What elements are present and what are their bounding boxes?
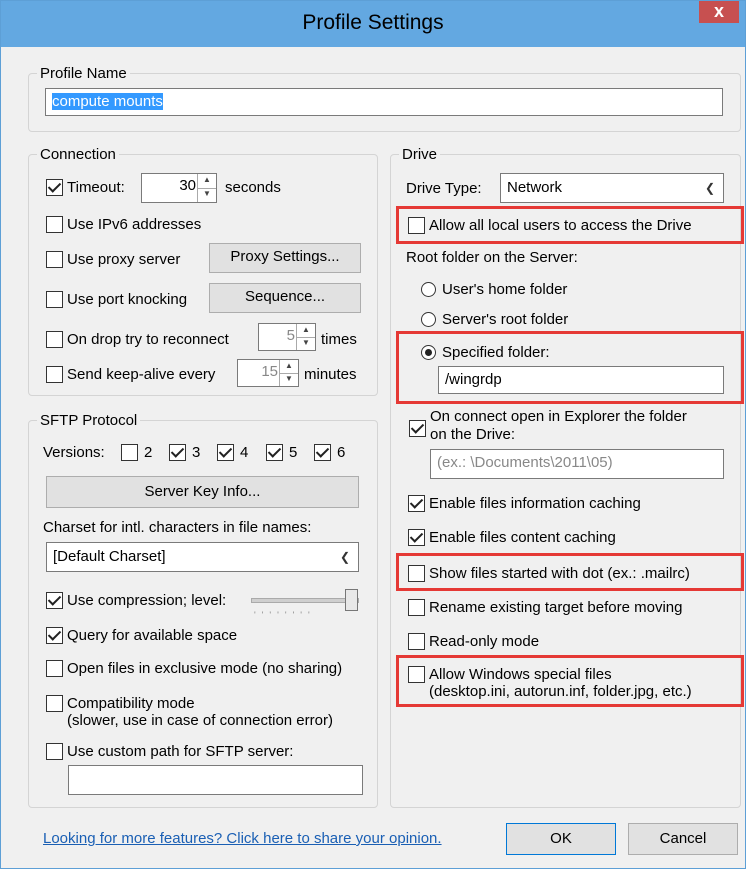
port-knocking-checkbox[interactable] xyxy=(46,291,63,308)
keepalive-label: Send keep-alive every xyxy=(67,366,216,383)
drive-type-label: Drive Type: xyxy=(406,180,482,197)
version-5-label: 5 xyxy=(289,444,298,461)
version-2-checkbox[interactable] xyxy=(121,444,138,461)
chevron-down-icon: ❮ xyxy=(339,550,350,564)
rename-target-checkbox[interactable] xyxy=(408,599,425,616)
decrement-icon[interactable]: ▼ xyxy=(280,373,298,386)
custom-path-input[interactable] xyxy=(68,765,363,795)
open-explorer-checkbox[interactable] xyxy=(409,420,426,437)
version-3-label: 3 xyxy=(192,444,201,461)
proxy-settings-button[interactable]: Proxy Settings... xyxy=(209,243,361,273)
sftp-protocol-legend: SFTP Protocol xyxy=(40,412,138,429)
highlight-box xyxy=(396,206,744,244)
content-caching-checkbox[interactable] xyxy=(408,529,425,546)
compatibility-note: (slower, use in case of connection error… xyxy=(67,712,333,729)
timeout-unit: seconds xyxy=(225,179,281,196)
decrement-icon[interactable]: ▼ xyxy=(297,337,315,350)
info-caching-label: Enable files information caching xyxy=(429,495,641,512)
proxy-label: Use proxy server xyxy=(67,251,181,268)
ipv6-label: Use IPv6 addresses xyxy=(67,216,202,233)
charset-value: [Default Charset] xyxy=(53,548,166,565)
read-only-checkbox[interactable] xyxy=(408,633,425,650)
drive-type-value: Network xyxy=(507,179,563,196)
version-6-checkbox[interactable] xyxy=(314,444,331,461)
reconnect-label: On drop try to reconnect xyxy=(67,331,229,348)
charset-select[interactable]: [Default Charset] ❮ xyxy=(46,542,359,572)
highlight-box xyxy=(396,655,744,707)
open-explorer-label-2: on the Drive: xyxy=(430,426,516,443)
rename-target-label: Rename existing target before moving xyxy=(429,599,683,616)
server-root-label: Server's root folder xyxy=(442,311,569,328)
highlight-box xyxy=(396,553,744,591)
charset-label: Charset for intl. characters in file nam… xyxy=(43,519,312,536)
keepalive-stepper[interactable]: 15 ▲ ▼ xyxy=(237,359,299,387)
server-key-info-button[interactable]: Server Key Info... xyxy=(46,476,359,508)
version-3-checkbox[interactable] xyxy=(169,444,186,461)
version-4-checkbox[interactable] xyxy=(217,444,234,461)
port-knocking-label: Use port knocking xyxy=(67,291,188,308)
profile-name-legend: Profile Name xyxy=(40,65,127,82)
timeout-label: Timeout: xyxy=(67,179,125,196)
proxy-checkbox[interactable] xyxy=(46,251,63,268)
sequence-button[interactable]: Sequence... xyxy=(209,283,361,313)
keepalive-unit: minutes xyxy=(304,366,357,383)
increment-icon[interactable]: ▲ xyxy=(280,360,298,374)
decrement-icon[interactable]: ▼ xyxy=(198,188,216,202)
ok-button[interactable]: OK xyxy=(506,823,616,855)
server-root-radio[interactable] xyxy=(421,312,436,327)
reconnect-unit: times xyxy=(321,331,357,348)
info-caching-checkbox[interactable] xyxy=(408,495,425,512)
slider-ticks: '''''''' xyxy=(254,610,316,620)
home-folder-label: User's home folder xyxy=(442,281,568,298)
profile-name-value: compute mounts xyxy=(52,93,163,110)
close-button[interactable]: x xyxy=(699,1,739,23)
reconnect-checkbox[interactable] xyxy=(46,331,63,348)
feedback-link[interactable]: Looking for more features? Click here to… xyxy=(43,830,442,847)
timeout-checkbox[interactable] xyxy=(46,179,63,196)
content-caching-label: Enable files content caching xyxy=(429,529,616,546)
query-space-label: Query for available space xyxy=(67,627,238,644)
custom-path-label: Use custom path for SFTP server: xyxy=(67,743,294,760)
version-5-checkbox[interactable] xyxy=(266,444,283,461)
root-folder-label: Root folder on the Server: xyxy=(406,249,578,266)
dialog-title: Profile Settings xyxy=(302,11,444,34)
version-6-label: 6 xyxy=(337,444,346,461)
timeout-value: 30 xyxy=(179,177,196,194)
version-4-label: 4 xyxy=(240,444,249,461)
explorer-folder-input[interactable]: (ex.: \Documents\2011\05) xyxy=(430,449,724,479)
open-explorer-label: On connect open in Explorer the folder xyxy=(430,408,687,425)
profile-name-input[interactable]: compute mounts xyxy=(45,88,723,116)
drive-legend: Drive xyxy=(402,146,438,163)
compression-slider-thumb[interactable] xyxy=(345,589,358,611)
compatibility-label: Compatibility mode xyxy=(67,695,195,712)
reconnect-stepper[interactable]: 5 ▲ ▼ xyxy=(258,323,316,351)
profile-settings-dialog: Profile Settings x Profile Name compute … xyxy=(0,0,746,869)
connection-legend: Connection xyxy=(40,146,116,163)
compatibility-checkbox[interactable] xyxy=(46,695,63,712)
versions-label: Versions: xyxy=(43,444,105,461)
highlight-box xyxy=(396,331,744,404)
chevron-down-icon: ❮ xyxy=(704,181,715,195)
cancel-button[interactable]: Cancel xyxy=(628,823,738,855)
compression-checkbox[interactable] xyxy=(46,592,63,609)
reconnect-value: 5 xyxy=(286,327,295,344)
read-only-label: Read-only mode xyxy=(429,633,540,650)
custom-path-checkbox[interactable] xyxy=(46,743,63,760)
increment-icon[interactable]: ▲ xyxy=(198,174,216,189)
keepalive-checkbox[interactable] xyxy=(46,366,63,383)
exclusive-mode-checkbox[interactable] xyxy=(46,660,63,677)
compression-label: Use compression; level: xyxy=(67,592,227,609)
home-folder-radio[interactable] xyxy=(421,282,436,297)
ipv6-checkbox[interactable] xyxy=(46,216,63,233)
timeout-stepper[interactable]: 30 ▲ ▼ xyxy=(141,173,217,203)
drive-type-select[interactable]: Network ❮ xyxy=(500,173,724,203)
version-2-label: 2 xyxy=(144,444,153,461)
increment-icon[interactable]: ▲ xyxy=(297,324,315,338)
exclusive-mode-label: Open files in exclusive mode (no sharing… xyxy=(67,660,343,677)
compression-slider-track[interactable] xyxy=(251,598,359,603)
keepalive-value: 15 xyxy=(261,363,278,380)
title-bar: Profile Settings x xyxy=(1,1,745,47)
query-space-checkbox[interactable] xyxy=(46,627,63,644)
